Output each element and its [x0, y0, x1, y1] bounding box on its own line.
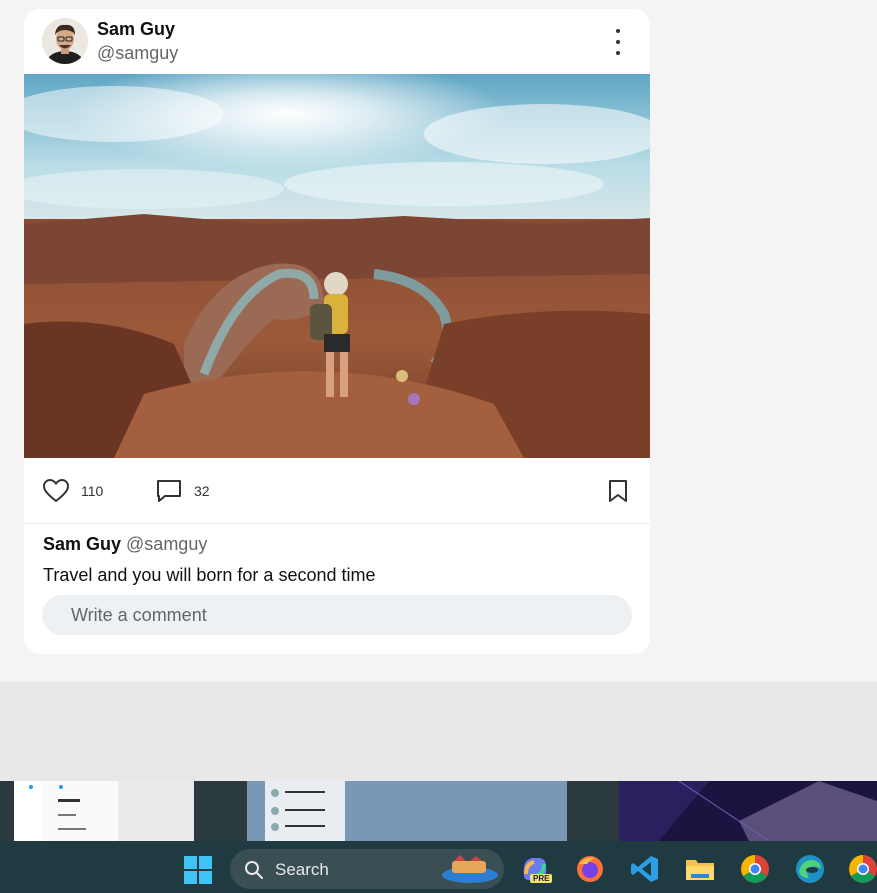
search-highlight-icon: [442, 855, 498, 883]
copilot-pre-badge: PRE: [530, 874, 553, 883]
avatar[interactable]: [42, 18, 88, 64]
window-thumbnail[interactable]: [619, 781, 877, 841]
author-name[interactable]: Sam Guy: [97, 19, 175, 40]
taskbar: Search PRE: [0, 841, 877, 893]
heart-icon: [43, 479, 69, 503]
like-button[interactable]: 110: [43, 479, 103, 503]
chrome-profile-icon[interactable]: [848, 854, 877, 884]
comment-icon: [157, 480, 181, 502]
comment-button[interactable]: 32: [156, 479, 210, 503]
post-photo[interactable]: [24, 74, 650, 458]
window-thumbnail[interactable]: [14, 781, 194, 841]
post-card: Sam Guy @samguy 110 32 Sam Guy @samguy T…: [24, 9, 650, 654]
divider: [24, 523, 650, 524]
page-footer-band: [0, 682, 877, 781]
chrome-icon[interactable]: [740, 854, 770, 884]
caption-author: Sam Guy @samguy: [43, 534, 207, 555]
caption-author-name[interactable]: Sam Guy: [43, 534, 121, 554]
caption-author-handle[interactable]: @samguy: [126, 534, 207, 554]
search-label: Search: [275, 860, 329, 879]
firefox-icon[interactable]: [575, 854, 605, 884]
post-actions: 110 32: [24, 469, 650, 521]
page-area: Sam Guy @samguy 110 32 Sam Guy @samguy T…: [0, 0, 877, 682]
vscode-icon[interactable]: [630, 854, 660, 884]
comment-count: 32: [194, 483, 210, 499]
like-count: 110: [81, 483, 104, 499]
file-explorer-icon[interactable]: [685, 854, 715, 884]
bookmark-icon: [609, 480, 627, 502]
windows-start-icon[interactable]: [183, 855, 213, 885]
search-icon: [245, 861, 263, 879]
edge-icon[interactable]: [795, 854, 825, 884]
post-header: Sam Guy @samguy: [24, 9, 650, 74]
taskbar-search[interactable]: Search: [230, 849, 504, 889]
comment-input[interactable]: [42, 595, 632, 635]
bookmark-button[interactable]: [608, 479, 628, 503]
window-thumbnail[interactable]: [247, 781, 567, 841]
taskbar-thumbnails: [0, 781, 877, 841]
author-handle[interactable]: @samguy: [97, 43, 178, 64]
caption-text: Travel and you will born for a second ti…: [43, 565, 376, 585]
more-options-icon[interactable]: [608, 29, 628, 55]
